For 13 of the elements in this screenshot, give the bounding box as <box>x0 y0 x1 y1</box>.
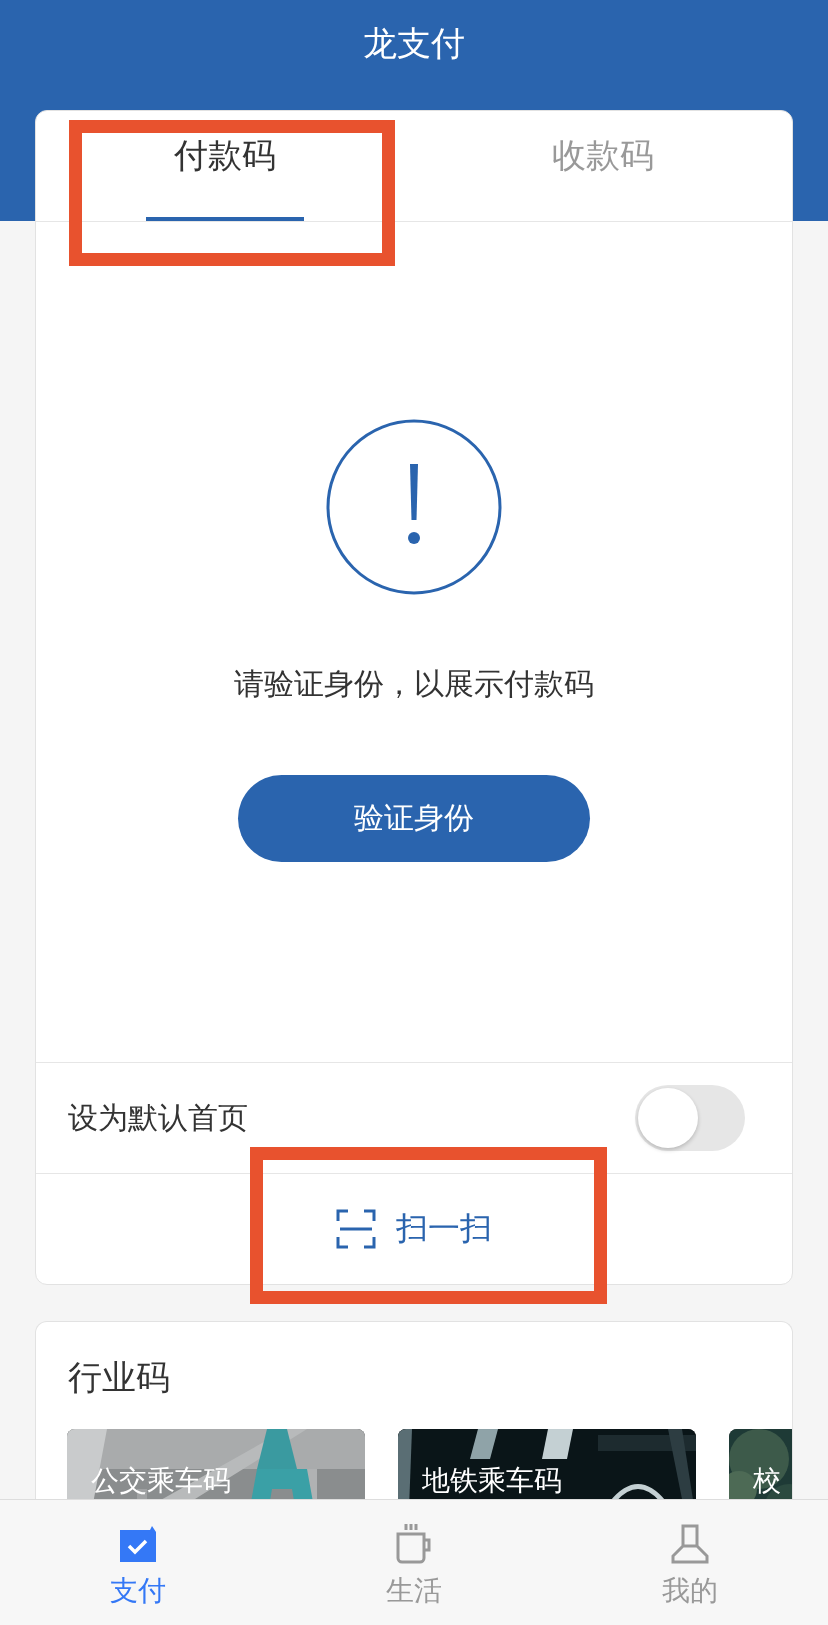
code-tile[interactable]: 地铁乘车码 <box>398 1429 696 1501</box>
nav-tab[interactable]: 支付 <box>0 1500 276 1625</box>
code-tile[interactable]: 公交乘车码 <box>67 1429 365 1501</box>
warning-icon <box>325 418 503 596</box>
verify-button[interactable]: 验证身份 <box>238 775 590 862</box>
scan-button[interactable]: 扫一扫 <box>336 1207 492 1251</box>
verify-message: 请验证身份，以展示付款码 <box>234 665 594 703</box>
page-title: 龙支付 <box>362 22 466 65</box>
code-tab[interactable]: 付款码 <box>36 111 414 221</box>
default-home-label: 设为默认首页 <box>68 1098 248 1137</box>
code-tile[interactable]: 校 <box>729 1429 792 1501</box>
scan-icon <box>336 1209 376 1249</box>
section-title: 行业码 <box>67 1356 171 1399</box>
